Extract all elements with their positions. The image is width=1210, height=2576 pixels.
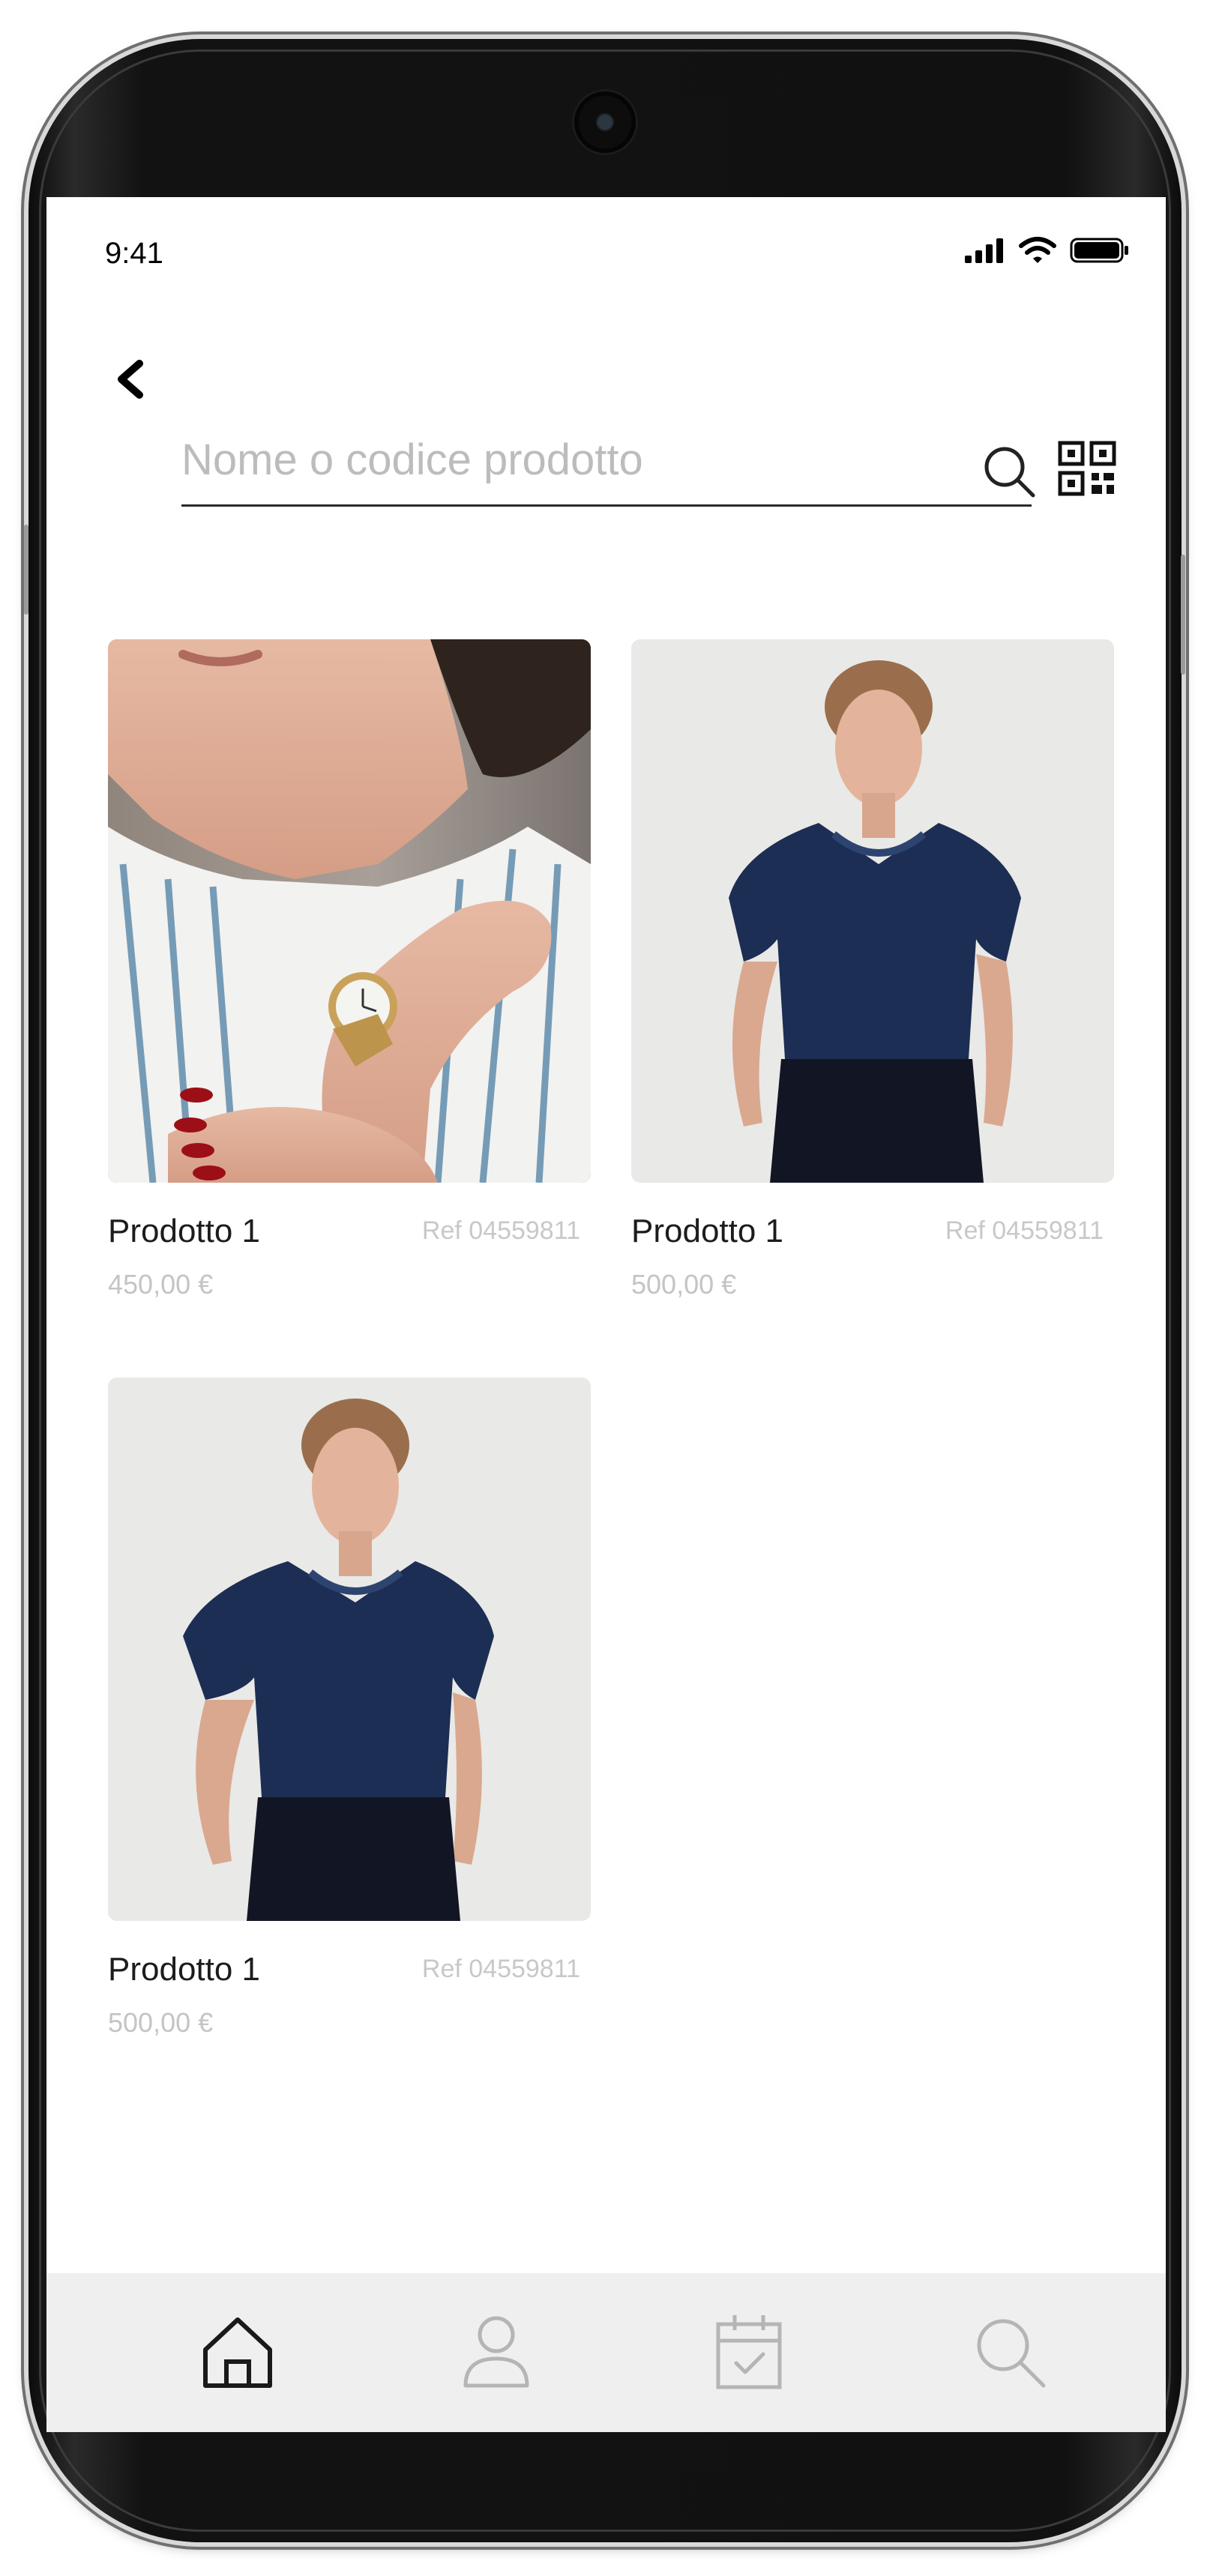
volume-button xyxy=(24,525,28,615)
search-icon xyxy=(977,2319,1046,2388)
app-screen: 9:41 Nome o codice prodotto Prodotto 1 R… xyxy=(46,197,1166,2432)
product-image xyxy=(631,639,1114,1183)
bottom-tab-bar xyxy=(46,2273,1166,2432)
tab-home[interactable] xyxy=(196,2311,279,2393)
product-image xyxy=(108,1378,591,1921)
calendar-check-icon xyxy=(716,2315,782,2389)
search-icon xyxy=(984,447,1035,498)
product-card[interactable]: Prodotto 1 Ref 04559811 500,00 € xyxy=(108,1378,591,2052)
tab-search[interactable] xyxy=(969,2311,1051,2393)
chevron-left-icon xyxy=(118,360,143,399)
qr-code-icon xyxy=(1058,441,1116,496)
search-input[interactable] xyxy=(181,422,856,497)
front-camera xyxy=(574,91,636,153)
tab-profile[interactable] xyxy=(455,2311,538,2393)
user-icon xyxy=(463,2316,529,2388)
product-price: 500,00 € xyxy=(631,1269,737,1300)
product-name: Prodotto 1 xyxy=(108,1951,261,1988)
search-field xyxy=(181,422,1032,507)
woman-in-navy-satin-blouse xyxy=(631,639,1114,1183)
product-ref: Ref 04559811 xyxy=(421,1955,580,1983)
woman-in-navy-satin-blouse xyxy=(108,1378,591,1921)
search-button[interactable] xyxy=(976,438,1044,506)
tab-appointments[interactable] xyxy=(708,2311,790,2393)
product-image xyxy=(108,639,591,1183)
status-time: 9:41 xyxy=(105,237,163,270)
product-price: 500,00 € xyxy=(108,2007,214,2038)
product-card[interactable]: Prodotto 1 Ref 04559811 450,00 € xyxy=(108,639,591,1314)
back-button[interactable] xyxy=(108,353,153,405)
product-price: 450,00 € xyxy=(108,1269,214,1300)
battery-icon xyxy=(1070,238,1128,263)
product-ref: Ref 04559811 xyxy=(945,1216,1104,1245)
product-ref: Ref 04559811 xyxy=(421,1216,580,1245)
product-name: Prodotto 1 xyxy=(631,1213,784,1249)
wifi-icon xyxy=(1019,237,1056,263)
status-icons xyxy=(963,236,1130,265)
side-button xyxy=(1181,555,1185,675)
home-icon xyxy=(203,2317,272,2388)
product-card[interactable]: Prodotto 1 Ref 04559811 500,00 € xyxy=(631,639,1114,1314)
product-name: Prodotto 1 xyxy=(108,1213,261,1249)
qr-scan-button[interactable] xyxy=(1057,438,1119,500)
woman-wearing-gold-watch-striped-shirt xyxy=(108,639,591,1183)
cellular-signal-icon xyxy=(965,238,1003,263)
